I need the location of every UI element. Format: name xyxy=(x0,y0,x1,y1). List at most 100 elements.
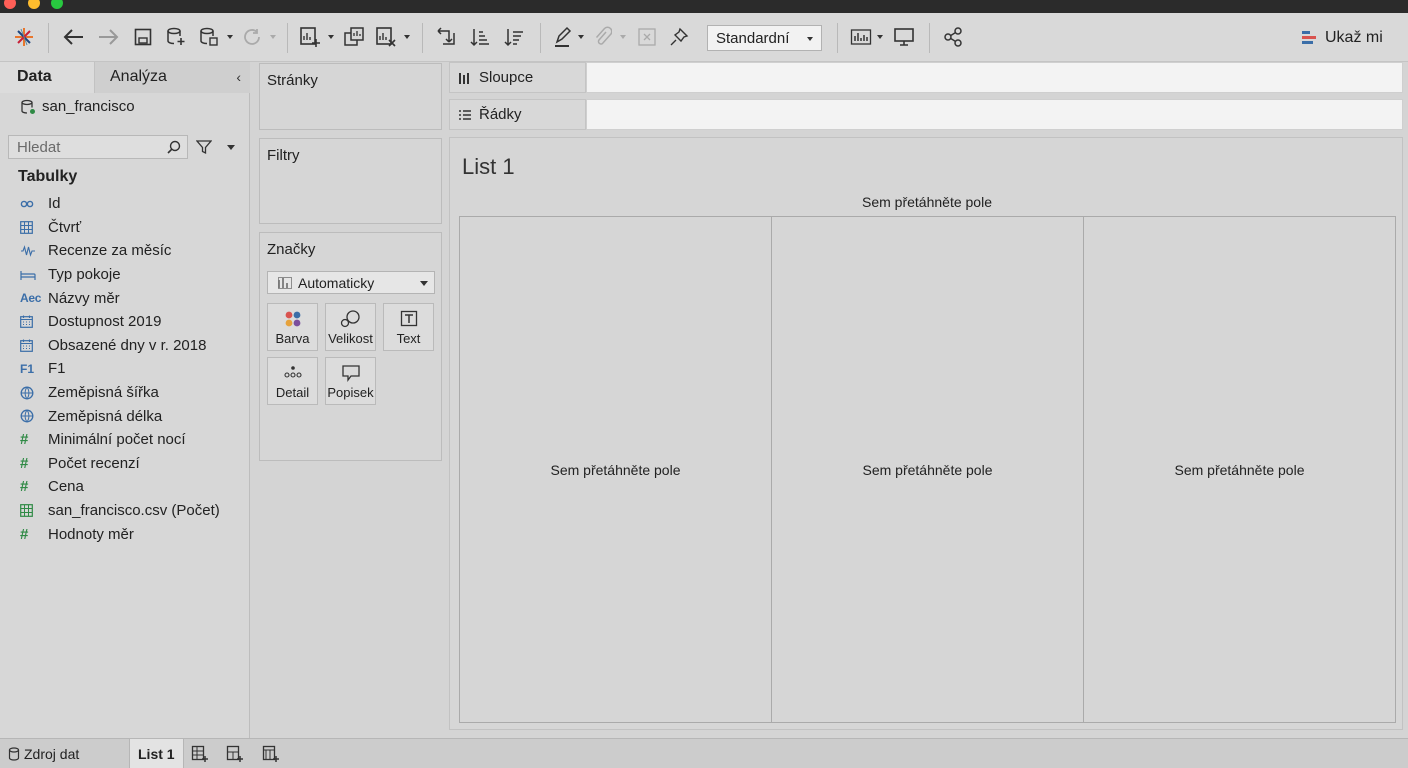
show-me-label: Ukaž mi xyxy=(1325,29,1383,46)
search-icon[interactable] xyxy=(167,140,181,158)
paperclip-caret[interactable] xyxy=(620,35,626,39)
view-mode-select[interactable]: Standardní xyxy=(707,25,822,51)
datasource-name: san_francisco xyxy=(42,98,135,115)
field-item[interactable]: # Cena xyxy=(0,475,250,499)
new-worksheet-caret[interactable] xyxy=(328,35,334,39)
fit-selection-icon[interactable] xyxy=(636,24,658,50)
marks-card: Značky Automaticky Barva Velikost Text D… xyxy=(259,232,442,461)
datasource-tab[interactable]: Zdroj dat xyxy=(8,739,79,768)
tableau-logo-icon[interactable] xyxy=(12,24,36,50)
filters-card[interactable]: Filtry xyxy=(259,138,442,224)
field-label: Minimální počet nocí xyxy=(48,431,186,449)
tab-analysis[interactable]: Analýza ‹ xyxy=(94,62,250,93)
show-cards-icon[interactable] xyxy=(849,24,873,50)
field-item[interactable]: san_francisco.csv (Počet) xyxy=(0,499,250,523)
presentation-mode-icon[interactable] xyxy=(892,24,916,50)
field-item[interactable]: F1 F1 xyxy=(0,357,250,381)
detail-button[interactable]: Detail xyxy=(267,357,318,405)
tab-data[interactable]: Data xyxy=(0,62,94,93)
highlight-caret[interactable] xyxy=(578,35,584,39)
globe-icon xyxy=(0,386,48,400)
swap-rows-columns-icon[interactable] xyxy=(434,24,458,50)
columns-label: Sloupce xyxy=(479,69,534,86)
drop-field-top[interactable]: Sem přetáhněte pole xyxy=(450,194,1404,210)
field-item[interactable]: Dostupnost 2019 xyxy=(0,310,250,334)
new-story-tab-button[interactable] xyxy=(262,739,280,768)
paperclip-icon[interactable] xyxy=(592,24,614,50)
forward-arrow-icon[interactable] xyxy=(96,24,120,50)
datasource-dropdown-caret[interactable] xyxy=(227,35,233,39)
filter-icon[interactable] xyxy=(195,139,213,158)
sort-ascending-icon[interactable] xyxy=(468,24,492,50)
text-icon xyxy=(384,310,433,328)
table-green-icon xyxy=(0,504,48,517)
size-button[interactable]: Velikost xyxy=(325,303,376,351)
sheet-title[interactable]: List 1 xyxy=(462,154,515,180)
refresh-dropdown-caret[interactable] xyxy=(270,35,276,39)
columns-drop-area[interactable] xyxy=(586,62,1403,93)
field-item[interactable]: Čtvrť xyxy=(0,216,250,240)
new-datasource-icon[interactable] xyxy=(165,24,187,50)
sheet-tab-list1[interactable]: List 1 xyxy=(129,739,184,768)
drop-field-cell[interactable]: Sem přetáhněte pole xyxy=(772,217,1084,722)
tooltip-button[interactable]: Popisek xyxy=(325,357,376,405)
field-list: Id Čtvrť Recenze za měsíc Typ pokoje Aec Názv… xyxy=(0,192,250,546)
new-worksheet-tab-button[interactable] xyxy=(191,739,209,768)
field-item[interactable]: Zeměpisná šířka xyxy=(0,381,250,405)
highlight-pen-icon[interactable] xyxy=(552,24,574,50)
drop-field-cell[interactable]: Sem přetáhněte pole xyxy=(460,217,772,722)
datasource-item[interactable]: san_francisco xyxy=(20,98,135,115)
toolbar: Standardní Ukaž mi xyxy=(0,13,1408,62)
maximize-window-button[interactable] xyxy=(51,0,63,9)
color-button[interactable]: Barva xyxy=(267,303,318,351)
minimize-window-button[interactable] xyxy=(28,0,40,9)
field-item[interactable]: Obsazené dny v r. 2018 xyxy=(0,334,250,358)
field-item[interactable]: Zeměpisná délka xyxy=(0,404,250,428)
f1-icon: F1 xyxy=(20,361,35,376)
hash-icon: # xyxy=(20,478,29,496)
field-item[interactable]: # Počet recenzí xyxy=(0,452,250,476)
save-icon[interactable] xyxy=(132,24,154,50)
field-label: Obsazené dny v r. 2018 xyxy=(48,336,207,354)
datasource-tab-label: Zdroj dat xyxy=(24,746,80,762)
share-icon[interactable] xyxy=(941,24,965,50)
tab-analysis-label: Analýza xyxy=(110,68,167,85)
view-options-caret[interactable] xyxy=(227,145,235,150)
field-item[interactable]: Recenze za měsíc xyxy=(0,239,250,263)
new-dashboard-icon xyxy=(226,745,243,762)
drop-field-cell[interactable]: Sem přetáhněte pole xyxy=(1084,217,1395,722)
worksheet-canvas: List 1 Sem přetáhněte pole Sem přetáhnět… xyxy=(449,137,1403,730)
field-label: F1 xyxy=(48,360,66,378)
show-me-button[interactable]: Ukaž mi xyxy=(1302,25,1383,51)
field-label: Recenze za měsíc xyxy=(48,242,172,260)
rows-icon xyxy=(459,109,471,120)
field-item[interactable]: # Hodnoty měr xyxy=(0,522,250,546)
refresh-icon[interactable] xyxy=(240,24,264,50)
mark-type-value: Automaticky xyxy=(298,274,375,291)
datasource-settings-icon[interactable] xyxy=(198,24,220,50)
new-worksheet-icon[interactable] xyxy=(298,24,322,50)
field-item[interactable]: # Minimální počet nocí xyxy=(0,428,250,452)
tables-heading: Tabulky xyxy=(18,168,78,185)
close-window-button[interactable] xyxy=(4,0,16,9)
show-cards-caret[interactable] xyxy=(877,35,883,39)
mark-type-select[interactable]: Automaticky xyxy=(267,271,435,294)
duplicate-sheet-icon[interactable] xyxy=(342,24,366,50)
size-icon xyxy=(326,310,375,328)
calendar-icon xyxy=(0,315,48,329)
field-item[interactable]: Typ pokoje xyxy=(0,263,250,287)
pin-icon[interactable] xyxy=(668,24,690,50)
search-input[interactable]: Hledat xyxy=(8,135,188,159)
rows-drop-area[interactable] xyxy=(586,99,1403,130)
collapse-pane-icon[interactable]: ‹ xyxy=(236,69,241,85)
back-arrow-icon[interactable] xyxy=(62,24,86,50)
new-dashboard-tab-button[interactable] xyxy=(226,739,244,768)
field-item[interactable]: Aec Názvy měr xyxy=(0,286,250,310)
sort-descending-icon[interactable] xyxy=(502,24,526,50)
field-label: Typ pokoje xyxy=(48,266,121,284)
clear-sheet-caret[interactable] xyxy=(404,35,410,39)
pages-card[interactable]: Stránky xyxy=(259,63,442,130)
clear-sheet-icon[interactable] xyxy=(374,24,398,50)
field-item[interactable]: Id xyxy=(0,192,250,216)
text-button[interactable]: Text xyxy=(383,303,434,351)
